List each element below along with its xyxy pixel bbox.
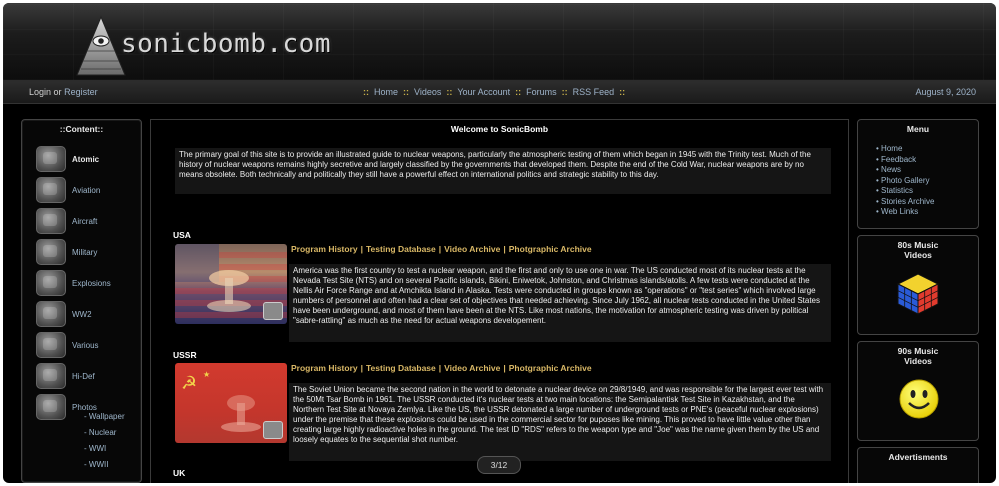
atomic-icon: [36, 146, 66, 172]
sidebar-item-aviation[interactable]: Aviation: [36, 177, 100, 203]
ussr-video-archive-link[interactable]: Video Archive: [444, 363, 500, 373]
login-link[interactable]: Login: [29, 87, 51, 97]
rubiks-cube-icon[interactable]: [896, 272, 940, 316]
usa-photographic-archive-link[interactable]: Photgraphic Archive: [509, 244, 592, 254]
aviation-icon: [36, 177, 66, 203]
site-name[interactable]: sonicbomb.com: [121, 29, 331, 59]
menu-item-news[interactable]: • News: [876, 165, 934, 176]
sidebar-subitem-nuclear[interactable]: - Nuclear: [84, 428, 116, 437]
menu-item-feedback[interactable]: • Feedback: [876, 155, 934, 166]
usa-program-history-link[interactable]: Program History: [291, 244, 358, 254]
menu-item-statistics[interactable]: • Statistics: [876, 186, 934, 197]
sidebar-item-atomic[interactable]: Atomic: [36, 146, 99, 172]
military-icon: [36, 239, 66, 265]
date-display: August 9, 2020: [915, 87, 976, 97]
nav-home[interactable]: Home: [374, 87, 398, 97]
ww2-icon: [36, 301, 66, 327]
explosions-icon: [36, 270, 66, 296]
90s-music-panel: 90s Music Videos: [857, 341, 979, 441]
sidebar-item-label: Aviation: [72, 185, 101, 195]
ussr-test-thumbnail[interactable]: ☭ ★: [175, 363, 287, 443]
video-icon: [263, 421, 283, 439]
various-icon: [36, 332, 66, 358]
section-heading-ussr: USSR: [173, 350, 197, 360]
sidebar-item-label: WW2: [72, 309, 92, 319]
sidebar-subitem-wallpaper[interactable]: - Wallpaper: [84, 412, 125, 421]
page-title: Welcome to SonicBomb: [450, 124, 549, 134]
ussr-testing-database-link[interactable]: Testing Database: [366, 363, 436, 373]
camera-icon: [36, 394, 66, 420]
nav-videos[interactable]: Videos: [414, 87, 441, 97]
menu-item-home[interactable]: • Home: [876, 144, 934, 155]
menu-panel: Menu • Home • Feedback • News • Photo Ga…: [857, 119, 979, 229]
or-text: or: [53, 87, 62, 97]
menu-title: Menu: [906, 124, 930, 134]
ussr-description: The Soviet Union became the second natio…: [289, 383, 831, 461]
usa-links: Program History | Testing Database | Video A…: [291, 244, 592, 254]
video-icon: [263, 302, 283, 320]
sidebar-item-aircraft[interactable]: Aircraft: [36, 208, 97, 234]
sidebar-item-ww2[interactable]: WW2: [36, 301, 92, 327]
menu-item-stories-archive[interactable]: • Stories Archive: [876, 197, 934, 208]
svg-text:★: ★: [203, 370, 210, 379]
nav-forums[interactable]: Forums: [526, 87, 557, 97]
main-content: Welcome to SonicBomb The primary goal of…: [150, 119, 849, 483]
aircraft-icon: [36, 208, 66, 234]
advertisements-panel: Advertisments: [857, 447, 979, 483]
header: sonicbomb.com: [3, 3, 996, 81]
ussr-photographic-archive-link[interactable]: Photgraphic Archive: [509, 363, 592, 373]
login-area: Login or Register: [29, 87, 98, 97]
80s-music-title: 80s Music Videos: [897, 240, 939, 260]
main-nav: :: Home :: Videos :: Your Account :: For…: [363, 87, 626, 97]
sidebar-item-label: Explosions: [72, 278, 111, 288]
nav-your-account[interactable]: Your Account: [457, 87, 510, 97]
sidebar-item-label: Hi-Def: [72, 371, 95, 381]
usa-testing-database-link[interactable]: Testing Database: [366, 244, 436, 254]
menu-list: • Home • Feedback • News • Photo Gallery…: [876, 144, 934, 218]
hd-icon: [36, 363, 66, 389]
sidebar-item-label: Aircraft: [72, 216, 98, 226]
nav-rss-feed[interactable]: RSS Feed: [573, 87, 615, 97]
ussr-program-history-link[interactable]: Program History: [291, 363, 358, 373]
ussr-links: Program History | Testing Database | Video A…: [291, 363, 592, 373]
advertisements-title: Advertisments: [888, 452, 948, 462]
sidebar-item-label: Photos: [72, 402, 97, 412]
page-counter: 3/12: [477, 456, 521, 474]
usa-description: America was the first country to test a …: [289, 264, 831, 342]
usa-test-thumbnail[interactable]: [175, 244, 287, 324]
sidebar-item-label: Military: [72, 247, 98, 257]
nav-bar: Login or Register :: Home :: Videos :: Y…: [3, 81, 996, 104]
site-frame: sonicbomb.com Login or Register :: Home …: [3, 3, 996, 483]
sidebar-item-label: Atomic: [72, 154, 100, 164]
section-heading-uk: UK: [173, 468, 186, 478]
sidebar-item-explosions[interactable]: Explosions: [36, 270, 111, 296]
smiley-face-icon[interactable]: [898, 378, 940, 420]
menu-item-photo-gallery[interactable]: • Photo Gallery: [876, 176, 934, 187]
content-panel: ::Content:: Atomic Aviation Aircraft Mil…: [21, 119, 142, 483]
usa-video-archive-link[interactable]: Video Archive: [444, 244, 500, 254]
sidebar-subitem-wwi[interactable]: - WWI: [84, 444, 106, 453]
sidebar-item-various[interactable]: Various: [36, 332, 99, 358]
menu-item-web-links[interactable]: • Web Links: [876, 207, 934, 218]
register-link[interactable]: Register: [64, 87, 98, 97]
90s-music-title: 90s Music Videos: [897, 346, 939, 366]
sidebar-item-label: Various: [72, 340, 99, 350]
sidebar-subitem-wwii[interactable]: - WWII: [84, 460, 108, 469]
svg-text:☭: ☭: [181, 373, 197, 394]
content-panel-title: ::Content::: [59, 124, 104, 134]
section-heading-usa: USA: [173, 230, 191, 240]
sidebar-item-military[interactable]: Military: [36, 239, 97, 265]
80s-music-panel: 80s Music Videos: [857, 235, 979, 335]
intro-text: The primary goal of this site is to prov…: [175, 148, 831, 194]
sidebar-item-hi-def[interactable]: Hi-Def: [36, 363, 95, 389]
